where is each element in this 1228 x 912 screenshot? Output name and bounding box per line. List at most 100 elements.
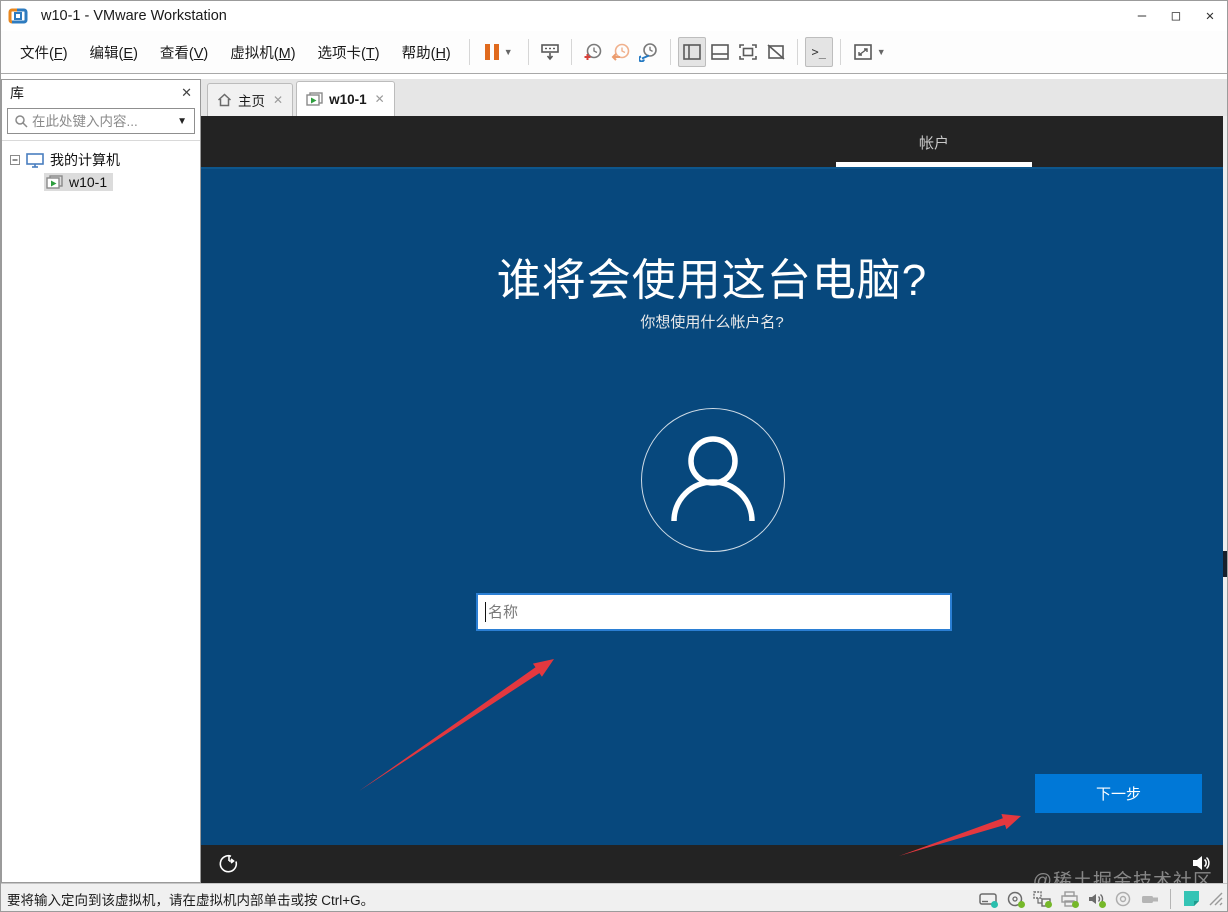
- oobe-subtitle: 你想使用什么帐户名?: [640, 314, 784, 331]
- stretch-icon: [853, 44, 872, 60]
- status-dot: [1018, 900, 1025, 908]
- toolbar-separator: [839, 39, 841, 65]
- hard-disk-icon[interactable]: [978, 890, 998, 908]
- console-view-button[interactable]: >_: [804, 37, 833, 67]
- menu-edit[interactable]: 编辑(E): [79, 42, 149, 63]
- tab-close-icon[interactable]: ✕: [375, 92, 385, 106]
- minimize-button[interactable]: —: [1125, 1, 1159, 31]
- tab-label: w10-1: [329, 91, 367, 107]
- show-thumbnail-bar-button[interactable]: [706, 37, 734, 67]
- menu-help[interactable]: 帮助(H): [391, 42, 462, 63]
- menu-view[interactable]: 查看(V): [149, 42, 219, 63]
- tab-home[interactable]: 主页 ✕: [207, 83, 294, 116]
- vm-icon: [46, 174, 63, 189]
- chevron-down-icon[interactable]: ▼: [877, 47, 886, 57]
- vmware-window: w10-1 - VMware Workstation — □ ✕ 文件(F) 编…: [0, 0, 1228, 912]
- snapshot-revert-icon: [611, 43, 630, 61]
- webcam-icon[interactable]: [1113, 890, 1133, 908]
- library-sidebar: 库 ✕ ▼ 我的计算机: [1, 79, 201, 883]
- thumbnail-bar-icon: [710, 44, 729, 60]
- statusbar: 要将输入定向到该虚拟机，请在虚拟机内部单击或按 Ctrl+G。: [1, 883, 1227, 911]
- collapse-icon[interactable]: [10, 155, 20, 165]
- tab-close-icon[interactable]: ✕: [273, 93, 283, 107]
- menu-vm[interactable]: 虚拟机(M): [219, 42, 306, 63]
- status-dot: [1045, 900, 1052, 908]
- window-title: w10-1 - VMware Workstation: [41, 8, 227, 24]
- message-log-icon[interactable]: [1181, 890, 1201, 908]
- fullscreen-button[interactable]: [734, 37, 762, 67]
- account-name-field[interactable]: [476, 593, 952, 631]
- search-input[interactable]: [32, 113, 175, 129]
- tree-item-vm-w10-1[interactable]: w10-1: [2, 171, 200, 193]
- toolbar-separator: [796, 39, 798, 65]
- menu-file[interactable]: 文件(F): [9, 42, 79, 63]
- send-ctrl-alt-del-button[interactable]: [536, 37, 564, 67]
- library-tree: 我的计算机 w10-1: [2, 140, 200, 882]
- snapshot-clock-plus-icon: [584, 43, 602, 60]
- cd-dvd-icon[interactable]: [1005, 890, 1025, 908]
- oobe-title: 谁将会使用这台电脑?: [496, 256, 928, 305]
- tab-label: 主页: [238, 94, 265, 109]
- ctrl-alt-del-icon: [540, 44, 559, 61]
- printer-icon[interactable]: [1059, 890, 1079, 908]
- computer-icon: [26, 152, 44, 168]
- close-button[interactable]: ✕: [1193, 1, 1227, 31]
- status-dot: [1072, 900, 1079, 908]
- user-avatar-icon: [641, 408, 785, 552]
- vm-console[interactable]: 帐户 谁将会使用这台电脑? 你想使用什么帐户名? 下一步: [201, 116, 1227, 883]
- status-dot: [991, 900, 998, 908]
- toolbar-separator: [669, 39, 671, 65]
- oobe-top-bar: 帐户: [201, 116, 1223, 169]
- take-snapshot-button[interactable]: [579, 37, 607, 67]
- device-status-icons: [978, 888, 1223, 909]
- library-search[interactable]: ▼: [7, 108, 195, 134]
- show-library-button[interactable]: [677, 37, 706, 67]
- titlebar: w10-1 - VMware Workstation — □ ✕: [1, 1, 1227, 31]
- resize-grip[interactable]: [1208, 891, 1223, 906]
- network-adapter-icon[interactable]: [1032, 890, 1052, 908]
- vm-icon: [306, 91, 323, 106]
- library-panel-icon: [682, 44, 701, 60]
- usb-device-icon[interactable]: [1140, 890, 1160, 908]
- pause-icon: [484, 44, 499, 60]
- red-arrow-to-input: [359, 659, 554, 791]
- watermark: @稀土掘金技术社区: [1032, 871, 1213, 883]
- text-caret: [485, 602, 486, 622]
- search-icon: [15, 115, 28, 128]
- unity-mode-button[interactable]: [762, 37, 790, 67]
- menu-toolbar: 文件(F) 编辑(E) 查看(V) 虚拟机(M) 选项卡(T) 帮助(H) ▼: [1, 31, 1227, 74]
- chevron-down-icon[interactable]: ▼: [504, 47, 513, 57]
- stretch-guest-button[interactable]: ▼: [848, 37, 892, 67]
- sound-icon[interactable]: [1086, 890, 1106, 908]
- revert-snapshot-button[interactable]: [607, 37, 635, 67]
- status-separator: [1170, 888, 1171, 909]
- toolbar-separator: [527, 39, 529, 65]
- fullscreen-icon: [738, 44, 757, 60]
- library-close-icon[interactable]: ✕: [181, 85, 192, 101]
- tabbar: 主页 ✕ w10-1 ✕: [201, 79, 1227, 116]
- library-header: 库 ✕: [2, 80, 200, 106]
- pause-vm-button[interactable]: ▼: [477, 37, 521, 67]
- status-dot: [1099, 900, 1106, 908]
- vm-scrollbar[interactable]: [1223, 116, 1227, 883]
- toolbar-separator: [570, 39, 572, 65]
- tree-item-label: w10-1: [69, 174, 108, 190]
- snapshot-manage-icon: [638, 43, 657, 62]
- vm-scrollbar-thumb[interactable]: [1223, 551, 1227, 577]
- home-icon: [217, 93, 232, 107]
- account-name-input[interactable]: [476, 593, 952, 631]
- oobe-nav-underline: [836, 162, 1032, 167]
- status-hint: 要将输入定向到该虚拟机，请在虚拟机内部单击或按 Ctrl+G。: [7, 892, 375, 908]
- maximize-button[interactable]: □: [1159, 1, 1193, 31]
- console-icon: >_: [811, 45, 826, 59]
- tree-item-label: 我的计算机: [50, 152, 120, 168]
- menu-tabs[interactable]: 选项卡(T): [307, 42, 391, 63]
- tab-w10-1[interactable]: w10-1 ✕: [296, 81, 395, 116]
- toolbar-separator: [468, 39, 470, 65]
- next-button[interactable]: 下一步: [1035, 774, 1202, 813]
- tree-item-my-computer[interactable]: 我的计算机: [2, 149, 200, 171]
- unity-mode-icon: [767, 44, 785, 60]
- manage-snapshots-button[interactable]: [635, 37, 663, 67]
- vmware-logo-icon: [8, 8, 28, 24]
- search-dropdown-icon[interactable]: ▼: [174, 116, 190, 127]
